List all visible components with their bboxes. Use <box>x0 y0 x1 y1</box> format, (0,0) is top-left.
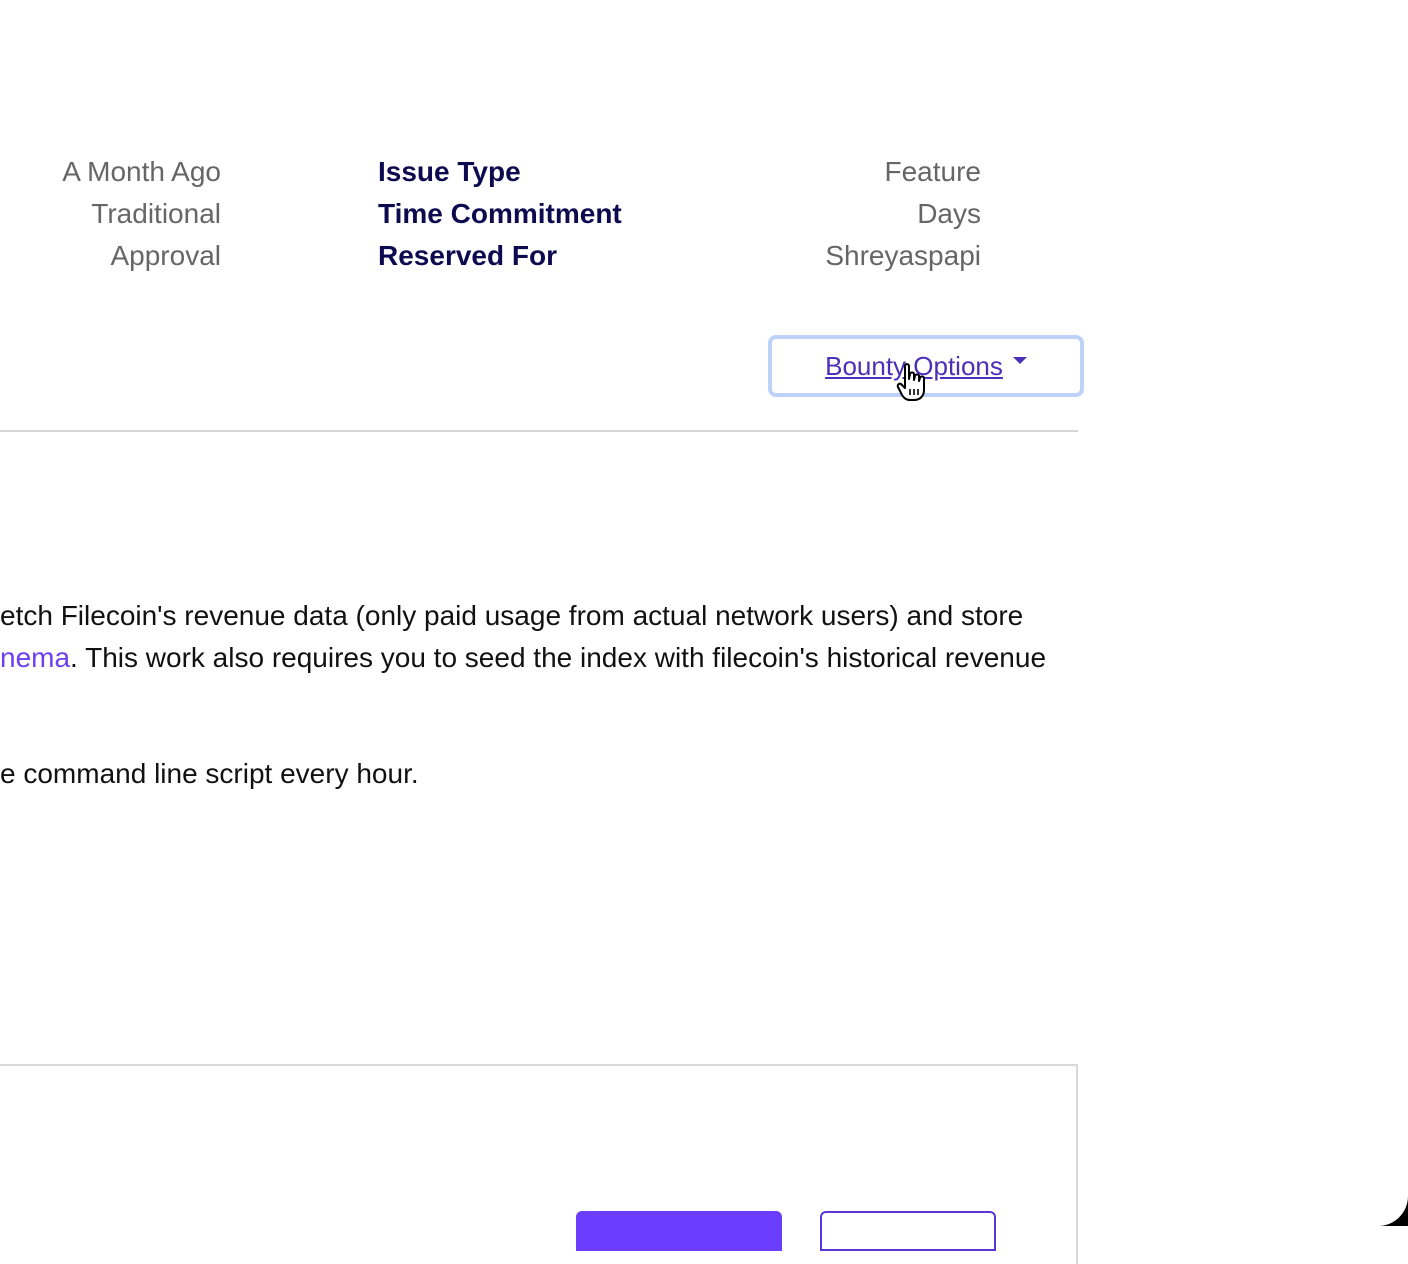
caret-down-icon <box>1012 356 1027 364</box>
issue-type-label: Issue Type <box>378 156 521 187</box>
time-commitment-label: Time Commitment <box>378 198 622 229</box>
permission-type-value: Approval <box>110 240 221 271</box>
reserved-for-value[interactable]: Shreyaspapi <box>825 242 981 270</box>
secondary-action-button[interactable] <box>820 1211 996 1251</box>
reserved-for-label: Reserved For <box>378 240 557 271</box>
description-line-2-text: . This work also requires you to seed th… <box>70 642 1047 673</box>
description-line-1: etch Filecoin's revenue data (only paid … <box>0 600 1024 631</box>
schema-link[interactable]: nema <box>0 642 70 673</box>
time-commitment-value: Days <box>917 198 981 229</box>
issue-type-value: Feature <box>884 156 982 187</box>
description-line-2: nema. This work also requires you to see… <box>0 644 1046 672</box>
description-line-3: e command line script every hour. <box>0 758 419 789</box>
section-divider <box>0 430 1078 432</box>
primary-action-button[interactable] <box>576 1211 782 1251</box>
hand-pointer-icon <box>896 363 925 401</box>
project-type-value: Traditional <box>91 198 221 229</box>
posted-date-value: A Month Ago <box>62 156 221 187</box>
window-corner <box>1378 1196 1408 1226</box>
